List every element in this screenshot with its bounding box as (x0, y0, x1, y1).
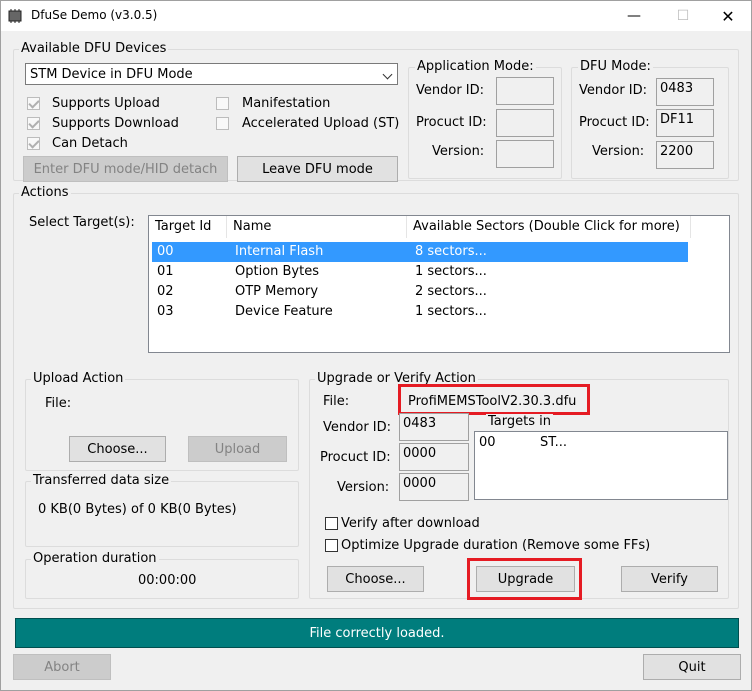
verify-after-download-checkbox[interactable] (325, 517, 338, 530)
dfu-vendor-id-field: 0483 (656, 78, 714, 106)
row-name: Internal Flash (235, 244, 324, 259)
transferred-title: Transferred data size (31, 473, 172, 488)
upload-action-title: Upload Action (31, 371, 126, 386)
leave-dfu-mode-button[interactable]: Leave DFU mode (237, 156, 398, 182)
dfu-product-id-field: DF11 (656, 109, 714, 137)
upgrade-vendor-id-field: 0483 (399, 413, 469, 441)
upgrade-product-id-field: 0000 (399, 443, 469, 471)
status-bar: File correctly loaded. (15, 618, 739, 648)
manifestation-label: Manifestation (242, 96, 331, 111)
upload-button[interactable]: Upload (188, 436, 287, 462)
can-detach-label: Can Detach (52, 136, 128, 151)
minimize-icon: — (627, 8, 641, 24)
upgrade-version-label: Version: (337, 480, 390, 495)
dfu-mode-title: DFU Mode: (578, 59, 653, 74)
app-vendor-id-field (496, 77, 554, 105)
select-targets-label: Select Target(s): (29, 215, 135, 230)
chevron-down-icon (382, 69, 393, 80)
table-row[interactable]: 01 Option Bytes 1 sectors... (152, 262, 688, 282)
application-mode-title: Application Mode: (415, 59, 536, 74)
upload-file-label: File: (45, 396, 72, 411)
enter-dfu-mode-button[interactable]: Enter DFU mode/HID detach (23, 156, 228, 182)
targets-in-label: Targets in (486, 414, 553, 429)
row-sectors: 2 sectors... (415, 284, 487, 299)
supports-upload-label: Supports Upload (52, 96, 160, 111)
optimize-upgrade-checkbox[interactable] (325, 539, 338, 552)
row-name: Option Bytes (235, 264, 319, 279)
targets-in-list[interactable]: 00 ST... (474, 431, 728, 500)
verify-after-download-label: Verify after download (341, 516, 480, 531)
column-name[interactable]: Name (227, 216, 407, 238)
row-sectors: 1 sectors... (415, 304, 487, 319)
targets-list[interactable]: Target Id Name Available Sectors (Double… (148, 215, 730, 353)
upload-choose-button[interactable]: Choose... (69, 436, 166, 462)
dfu-version-label: Version: (592, 144, 645, 159)
can-detach-checkbox[interactable] (27, 137, 40, 150)
table-row[interactable]: 03 Device Feature 1 sectors... (152, 302, 688, 322)
row-name: Device Feature (235, 304, 333, 319)
column-sectors[interactable]: Available Sectors (Double Click for more… (407, 216, 691, 238)
row-sectors: 1 sectors... (415, 264, 487, 279)
file-highlight-box (398, 384, 590, 415)
transferred-value: 0 KB(0 Bytes) of 0 KB(0 Bytes) (38, 502, 237, 517)
quit-button[interactable]: Quit (643, 654, 741, 680)
row-target-id: 03 (157, 304, 174, 319)
app-product-id-field (496, 109, 554, 137)
dfu-product-id-label: Procuct ID: (579, 115, 650, 130)
upgrade-highlight-box (467, 558, 582, 600)
supports-download-label: Supports Download (52, 116, 179, 131)
row-target-id: 01 (157, 264, 174, 279)
targets-in-name: ST... (540, 435, 568, 450)
column-target-id[interactable]: Target Id (149, 216, 227, 238)
app-vendor-id-label: Vendor ID: (416, 83, 485, 98)
accelerated-upload-checkbox[interactable] (216, 117, 229, 130)
maximize-icon: ☐ (676, 8, 690, 24)
app-chip-icon (8, 9, 22, 23)
close-icon: ✕ (721, 6, 735, 26)
maximize-button[interactable]: ☐ (660, 1, 706, 31)
minimize-button[interactable]: — (611, 1, 657, 31)
upgrade-choose-button[interactable]: Choose... (327, 566, 424, 592)
operation-title: Operation duration (31, 551, 159, 566)
status-message: File correctly loaded. (309, 625, 445, 641)
device-select[interactable]: STM Device in DFU Mode (25, 63, 398, 85)
verify-button[interactable]: Verify (621, 566, 718, 592)
row-name: OTP Memory (235, 284, 319, 299)
supports-download-checkbox[interactable] (27, 117, 40, 130)
dfuse-window: DfuSe Demo (v3.0.5) — ☐ ✕ Available DFU … (0, 0, 752, 691)
operation-duration-value: 00:00:00 (138, 573, 197, 588)
actions-title: Actions (19, 185, 71, 200)
targets-in-id: 00 (479, 435, 496, 450)
device-select-value: STM Device in DFU Mode (30, 67, 193, 82)
upgrade-file-label: File: (323, 394, 350, 409)
manifestation-checkbox[interactable] (216, 97, 229, 110)
row-sectors: 8 sectors... (415, 244, 487, 259)
table-row[interactable]: 02 OTP Memory 2 sectors... (152, 282, 688, 302)
upgrade-product-id-label: Procuct ID: (320, 450, 391, 465)
dfu-devices-title: Available DFU Devices (19, 41, 169, 56)
upgrade-vendor-id-label: Vendor ID: (323, 420, 392, 435)
supports-upload-checkbox[interactable] (27, 97, 40, 110)
dfu-version-field: 2200 (656, 141, 714, 169)
accelerated-upload-label: Accelerated Upload (ST) (242, 116, 400, 131)
app-product-id-label: Procuct ID: (416, 115, 487, 130)
app-version-field (496, 140, 554, 168)
dfu-vendor-id-label: Vendor ID: (579, 83, 648, 98)
abort-button[interactable]: Abort (13, 654, 111, 680)
upgrade-version-field: 0000 (399, 473, 469, 501)
optimize-upgrade-label: Optimize Upgrade duration (Remove some F… (341, 538, 651, 553)
app-version-label: Version: (432, 144, 485, 159)
window-title: DfuSe Demo (v3.0.5) (31, 8, 158, 22)
row-target-id: 02 (157, 284, 174, 299)
title-bar[interactable]: DfuSe Demo (v3.0.5) — ☐ ✕ (1, 1, 751, 31)
row-target-id: 00 (157, 244, 174, 259)
close-button[interactable]: ✕ (705, 1, 751, 31)
table-row[interactable]: 00 Internal Flash 8 sectors... (152, 242, 688, 262)
